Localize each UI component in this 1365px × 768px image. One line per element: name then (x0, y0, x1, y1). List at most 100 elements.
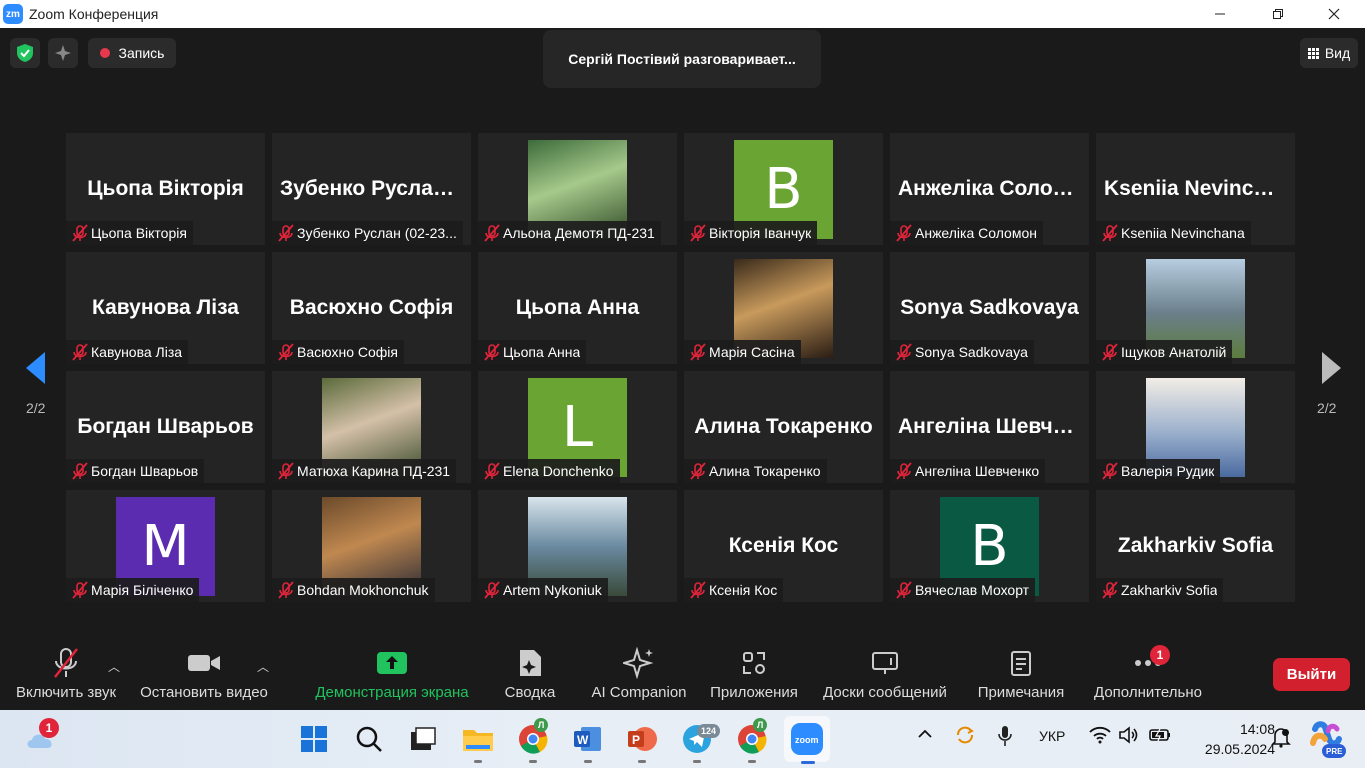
participant-tile[interactable]: L Elena Donchenko (478, 371, 677, 483)
search-button[interactable] (351, 721, 387, 757)
mic-muted-icon (481, 580, 503, 600)
notes-button[interactable]: Примечания (973, 646, 1069, 706)
video-options-caret[interactable]: ︿ (257, 658, 269, 675)
participant-tile[interactable]: Марія Сасіна (684, 252, 883, 364)
participant-tile[interactable]: Богдан Шварьов Богдан Шварьов (66, 371, 265, 483)
summary-button[interactable]: Сводка (500, 646, 560, 706)
participant-tile[interactable]: Цьопа Анна Цьопа Анна (478, 252, 677, 364)
start-button[interactable] (296, 721, 332, 757)
participant-tile[interactable]: Альона Демотя ПД-231 (478, 133, 677, 245)
participant-tile[interactable]: Kseniia Nevinchana Kseniia Nevinchana (1096, 133, 1295, 245)
share-screen-button[interactable]: Демонстрация экрана (313, 646, 471, 706)
participant-name-tag: Анжеліка Соломон (890, 221, 1043, 245)
participant-tile[interactable]: Іщуков Анатолій (1096, 252, 1295, 364)
participant-name-tag: Марія Біліченко (66, 578, 200, 602)
participant-tile[interactable]: Валерія Рудик (1096, 371, 1295, 483)
zoom-app[interactable]: zoom (784, 716, 830, 764)
mic-muted-icon (275, 461, 297, 481)
mic-muted-icon (893, 342, 915, 362)
tray-overflow-button[interactable] (917, 726, 933, 745)
mic-muted-icon (481, 223, 503, 243)
audio-options-caret[interactable]: ︿ (108, 658, 120, 675)
participant-tile[interactable]: B Вікторія Іванчук (684, 133, 883, 245)
notes-label: Примечания (977, 684, 1065, 701)
ai-companion-button[interactable]: AI Companion (588, 646, 690, 706)
participant-display-name: Анжеліка Соломон (898, 177, 1089, 200)
participant-name-label: Зубенко Руслан (02-23... (297, 225, 457, 241)
participant-name-tag: Kseniia Nevinchana (1096, 221, 1251, 245)
security-button[interactable] (10, 38, 40, 68)
battery-tray-icon[interactable] (1148, 727, 1172, 746)
more-button[interactable]: Дополнительно (1090, 646, 1206, 706)
mic-muted-icon (481, 342, 503, 362)
participant-tile[interactable]: B Вячеслав Мохорт (890, 490, 1089, 602)
participant-tile[interactable]: Bohdan Mokhonchuk (272, 490, 471, 602)
chevron-up-icon (918, 729, 932, 738)
prev-page-arrow[interactable] (23, 350, 47, 386)
maximize-button[interactable] (1255, 0, 1301, 28)
file-explorer-app[interactable] (460, 721, 496, 763)
participant-name-tag: Марія Сасіна (684, 340, 801, 364)
whiteboards-label: Доски сообщений (823, 684, 947, 701)
participant-tile[interactable]: Зубенко Руслан (02-23... Зубенко Руслан (… (272, 133, 471, 245)
minimize-button[interactable] (1197, 0, 1243, 28)
participant-name-label: Марія Біліченко (91, 582, 194, 598)
participant-name-tag: Вячеслав Мохорт (890, 578, 1036, 602)
participant-name-label: Цьопа Вікторія (91, 225, 187, 241)
stop-video-button[interactable]: Остановить видео (138, 646, 270, 706)
participant-tile[interactable]: Artem Nykoniuk (478, 490, 677, 602)
leave-button[interactable]: Выйти (1273, 658, 1350, 691)
ai-sparkle-icon (623, 647, 654, 679)
participant-name-tag: Zakharkiv Sofia (1096, 578, 1224, 602)
apps-button[interactable]: Приложения (705, 646, 803, 706)
participant-name-tag: Sonya Sadkovaya (890, 340, 1034, 364)
participant-tile[interactable]: Ангеліна Шевченко Ангеліна Шевченко (890, 371, 1089, 483)
wifi-tray-icon[interactable] (1089, 726, 1111, 747)
next-page-arrow[interactable] (1320, 350, 1344, 386)
participant-name-tag: Алина Токаренко (684, 459, 827, 483)
close-button[interactable] (1311, 0, 1357, 28)
window-titlebar: zm Zoom Конференция (0, 0, 1365, 28)
whiteboards-button[interactable]: Доски сообщений (818, 646, 952, 706)
microphone-tray-icon[interactable] (997, 725, 1013, 750)
participant-tile[interactable]: Цьопа Вікторія Цьопа Вікторія (66, 133, 265, 245)
participant-tile[interactable]: Анжеліка Соломон Анжеліка Соломон (890, 133, 1089, 245)
participant-display-name: Zakharkiv Sofia (1117, 534, 1274, 557)
participant-display-name: Sonya Sadkovaya (900, 296, 1079, 319)
participant-display-name: Алина Токаренко (694, 415, 873, 438)
participant-tile[interactable]: M Марія Біліченко (66, 490, 265, 602)
language-indicator[interactable]: УКР (1039, 728, 1065, 744)
powerpoint-app[interactable]: P (624, 721, 660, 763)
ai-companion-label: AI Companion (591, 684, 687, 701)
bell-icon (1271, 728, 1291, 748)
participant-tile[interactable]: Кавунова Ліза Кавунова Ліза (66, 252, 265, 364)
word-app[interactable]: W (570, 721, 606, 763)
unmute-button[interactable]: Включить звук (12, 646, 120, 706)
mic-muted-icon (275, 223, 297, 243)
view-button[interactable]: Вид (1300, 38, 1358, 68)
ai-sparkle-button[interactable] (48, 38, 78, 68)
participant-name-label: Альона Демотя ПД-231 (503, 225, 655, 241)
mic-muted-icon (69, 223, 91, 243)
participant-display-name: Цьопа Вікторія (87, 177, 244, 200)
mic-muted-icon (69, 461, 91, 481)
participant-tile[interactable]: Zakharkiv Sofia Zakharkiv Sofia (1096, 490, 1295, 602)
volume-tray-icon[interactable] (1118, 726, 1140, 747)
summary-label: Сводка (504, 684, 556, 701)
participant-tile[interactable]: Sonya Sadkovaya Sonya Sadkovaya (890, 252, 1089, 364)
notifications-tray-icon[interactable] (1271, 726, 1291, 751)
participant-tile[interactable]: Матюха Карина ПД-231 (272, 371, 471, 483)
participant-tile[interactable]: Алина Токаренко Алина Токаренко (684, 371, 883, 483)
svg-text:W: W (577, 733, 589, 747)
participant-name-label: Sonya Sadkovaya (915, 344, 1028, 360)
recording-button[interactable]: Запись (88, 38, 176, 68)
system-clock[interactable]: 14:08 29.05.2024 (1205, 719, 1275, 759)
sync-tray-icon[interactable] (954, 724, 976, 749)
participant-display-name: Цьопа Анна (515, 296, 640, 319)
mic-muted-icon (1099, 342, 1121, 362)
svg-text:zoom: zoom (795, 735, 819, 745)
participant-tile[interactable]: Васюхно Софія Васюхно Софія (272, 252, 471, 364)
powerpoint-icon: P (628, 727, 657, 751)
task-view-button[interactable] (405, 721, 441, 757)
participant-tile[interactable]: Ксенія Кос Ксенія Кос (684, 490, 883, 602)
